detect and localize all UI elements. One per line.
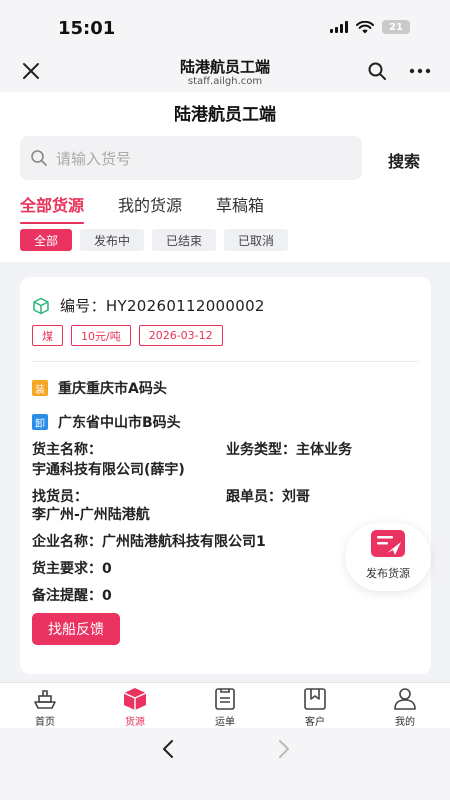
shipper-requirement: 货主要求：0 (32, 561, 112, 577)
filter-cancelled[interactable]: 已取消 (224, 229, 289, 251)
ship-icon (34, 690, 56, 709)
wifi-icon (356, 20, 374, 33)
status-filters: 全部 发布中 已结束 已取消 (20, 229, 289, 251)
status-time: 15:01 (58, 18, 116, 39)
load-port-row: 装 重庆重庆市A码头 (32, 378, 167, 398)
filter-ended[interactable]: 已结束 (152, 229, 217, 251)
nav-cargo-label: 货源 (125, 717, 145, 728)
signal-icon (330, 21, 348, 33)
unload-badge: 卸 (32, 414, 48, 430)
page-title: 陆港航员工端 (174, 105, 276, 125)
nav-mine[interactable]: 我的 (360, 683, 450, 728)
cargo-box-icon (33, 297, 49, 314)
nav-home-label: 首页 (35, 717, 55, 728)
nav-customer[interactable]: 客户 (270, 683, 360, 728)
nav-customer-label: 客户 (305, 717, 325, 728)
unload-port-row: 卸 广东省中山市B码头 (32, 412, 181, 432)
tab-bar: 全部货源 我的货源 草稿箱 (20, 192, 264, 224)
cargo-card[interactable]: 编号：HY20260112000002 煤 10元/吨 2026-03-12 装… (20, 277, 431, 674)
back-icon[interactable] (158, 738, 180, 760)
search-input[interactable]: 请输入货号 (20, 136, 362, 180)
user-icon (394, 688, 416, 710)
follower: 跟单员：刘哥 (226, 489, 310, 505)
nav-waybill-label: 运单 (215, 717, 235, 728)
search-placeholder: 请输入货号 (56, 149, 132, 168)
divider (32, 361, 419, 362)
more-icon[interactable] (406, 60, 434, 82)
box-icon (123, 688, 147, 710)
app-header: 陆港航员工端 请输入货号 搜索 全部货源 我的货源 草稿箱 全部 发布中 已结束… (0, 92, 450, 262)
load-port: 重庆重庆市A码头 (58, 381, 167, 397)
tab-my-cargo[interactable]: 我的货源 (118, 192, 182, 222)
unload-port: 广东省中山市B码头 (58, 415, 181, 431)
shipper-value: 宇通科技有限公司(薛宇) (32, 462, 185, 478)
browser-nav-bar (0, 728, 450, 800)
order-number: 编号：HY20260112000002 (60, 297, 265, 315)
load-badge: 装 (32, 380, 48, 396)
battery-icon: 21 (382, 20, 410, 34)
finder-label: 找货员： (32, 489, 88, 505)
status-icons: 21 (330, 20, 410, 34)
nav-mine-label: 我的 (395, 717, 415, 728)
search-icon[interactable] (366, 60, 388, 82)
nav-cargo[interactable]: 货源 (90, 683, 180, 728)
tag-date: 2026-03-12 (138, 325, 223, 346)
waybill-icon (215, 688, 235, 710)
order-number-row: 编号：HY20260112000002 (32, 295, 265, 316)
finder-value: 李广州-广州陆港航 (32, 507, 150, 523)
search-button[interactable]: 搜索 (388, 148, 420, 172)
bookmark-icon (304, 688, 326, 710)
filter-publishing[interactable]: 发布中 (80, 229, 145, 251)
cargo-tags: 煤 10元/吨 2026-03-12 (32, 325, 223, 346)
nav-waybill[interactable]: 运单 (180, 683, 270, 728)
search-icon (31, 150, 47, 166)
tag-cargo-type: 煤 (32, 325, 63, 346)
page-content: 陆港航员工端 请输入货号 搜索 全部货源 我的货源 草稿箱 全部 发布中 已结束… (0, 92, 450, 682)
nav-home[interactable]: 首页 (0, 683, 90, 728)
tab-drafts[interactable]: 草稿箱 (216, 192, 264, 222)
business-type: 业务类型：主体业务 (226, 442, 352, 458)
bottom-nav: 首页 货源 运单 客户 我的 (0, 682, 450, 728)
browser-bar: 陆港航员工端 staff.ailgh.com (0, 52, 450, 92)
tag-price: 10元/吨 (71, 325, 131, 346)
publish-cargo-label: 发布货源 (366, 567, 410, 580)
shipper-label: 货主名称： (32, 442, 102, 458)
publish-cargo-button[interactable]: 发布货源 (345, 523, 431, 591)
filter-all[interactable]: 全部 (20, 229, 73, 251)
publish-icon (371, 530, 405, 557)
tab-all-cargo[interactable]: 全部货源 (20, 192, 85, 224)
status-bar: 15:01 21 (0, 0, 450, 52)
ship-feedback-button[interactable]: 找船反馈 (32, 613, 120, 645)
forward-icon[interactable] (272, 738, 294, 760)
remark-reminder: 备注提醒：0 (32, 588, 112, 604)
company-name: 企业名称：广州陆港航科技有限公司1 (32, 534, 266, 550)
